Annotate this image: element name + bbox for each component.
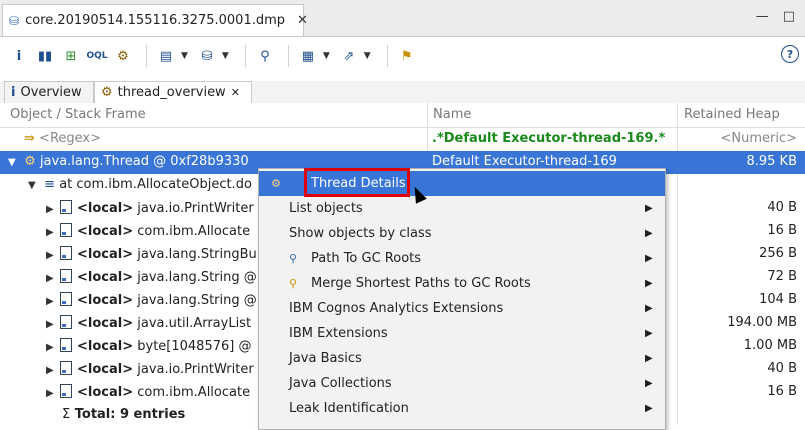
info-icon[interactable]: i — [8, 45, 30, 67]
inner-tab-bar: i Overview ⚙ thread_overview ✕ — [0, 81, 805, 104]
tab-label: Overview — [20, 85, 82, 100]
regex-filter-value[interactable]: .*Default Executor-thread-169.* — [432, 131, 665, 146]
chevron-right-icon: ▶ — [645, 278, 653, 289]
chevron-right-icon: ▶ — [645, 253, 653, 264]
menu-item-ibm-cognos[interactable]: IBM Cognos Analytics Extensions ▶ — [259, 296, 665, 321]
database-icon: ⛁ — [9, 13, 20, 28]
menu-item-list-objects[interactable]: List objects ▶ — [259, 196, 665, 221]
maximize-button[interactable]: □ — [783, 9, 795, 24]
chevron-right-icon[interactable]: ▶ — [46, 319, 58, 330]
info-icon: i — [11, 85, 16, 100]
chevron-right-icon[interactable]: ▶ — [46, 342, 58, 353]
chevron-down-icon[interactable]: ▼ — [8, 157, 20, 168]
merge-paths-icon: ⚲ — [289, 277, 298, 290]
object-icon — [60, 223, 72, 237]
menu-item-leak-identification[interactable]: Leak Identification ▶ — [259, 396, 665, 421]
object-icon — [60, 384, 72, 398]
export-icon[interactable]: ⇗ — [338, 45, 360, 67]
thread-name: Default Executor-thread-169 — [432, 154, 617, 169]
chevron-right-icon[interactable]: ▶ — [46, 388, 58, 399]
filter-row[interactable]: ⇛ <Regex> .*Default Executor-thread-169.… — [0, 128, 805, 151]
menu-item-java-collections[interactable]: Java Collections ▶ — [259, 371, 665, 396]
chevron-right-icon: ▶ — [645, 303, 653, 314]
histogram-icon[interactable]: ▮▮ — [34, 45, 56, 67]
table-icon[interactable]: ▦ — [297, 45, 319, 67]
tab-overview[interactable]: i Overview — [4, 81, 94, 103]
chevron-right-icon[interactable]: ▶ — [46, 273, 58, 284]
total-entries: Total: 9 entries — [74, 407, 186, 422]
chevron-right-icon: ▶ — [645, 228, 653, 239]
object-icon — [60, 246, 72, 260]
help-button[interactable]: ? — [781, 45, 799, 63]
chevron-right-icon[interactable]: ▶ — [46, 365, 58, 376]
chevron-right-icon[interactable]: ▶ — [46, 296, 58, 307]
editor-tab[interactable]: ⛁ core.20190514.155116.3275.0001.dmp ✕ — [2, 4, 308, 36]
column-header-retained-heap[interactable]: Retained Heap — [684, 107, 780, 122]
table-header: Object / Stack Frame Name Retained Heap — [0, 103, 805, 128]
menu-item-java-basics[interactable]: Java Basics ▶ — [259, 346, 665, 371]
chevron-down-icon[interactable]: ▼ — [323, 51, 330, 61]
object-icon — [60, 269, 72, 283]
toolbar-separator — [287, 45, 289, 67]
thread-icon: ⚙ — [24, 154, 36, 169]
query-browser-icon[interactable]: ▤ — [155, 45, 177, 67]
object-icon — [60, 292, 72, 306]
tab-thread-overview[interactable]: ⚙ thread_overview ✕ — [94, 81, 252, 103]
highlight-annotation — [304, 168, 410, 197]
chevron-down-icon[interactable]: ▼ — [28, 180, 40, 191]
threads-icon: ⚙ — [271, 177, 281, 190]
chevron-right-icon: ▶ — [645, 203, 653, 214]
numeric-filter[interactable]: <Numeric> — [720, 131, 797, 146]
minimize-button[interactable]: — — [756, 9, 769, 24]
chevron-right-icon: ▶ — [645, 403, 653, 414]
sum-icon: Σ — [62, 407, 71, 422]
retained-heap: 8.95 KB — [746, 154, 797, 169]
chevron-down-icon[interactable]: ▼ — [364, 51, 371, 61]
chevron-right-icon[interactable]: ▶ — [46, 250, 58, 261]
path-icon: ⚲ — [289, 252, 298, 265]
pin-icon[interactable]: ⚑ — [396, 45, 418, 67]
menu-item-show-objects-by-class[interactable]: Show objects by class ▶ — [259, 221, 665, 246]
chevron-down-icon[interactable]: ▼ — [222, 51, 229, 61]
column-header-name[interactable]: Name — [433, 107, 471, 122]
stack-frame: at com.ibm.AllocateObject.do — [59, 177, 252, 192]
menu-item-path-to-gc-roots[interactable]: ⚲ Path To GC Roots ▶ — [259, 246, 665, 271]
object-icon — [60, 361, 72, 375]
object-icon — [60, 200, 72, 214]
thread-object: java.lang.Thread @ 0xf28b9330 — [39, 154, 249, 169]
chevron-down-icon[interactable]: ▼ — [181, 51, 188, 61]
chevron-right-icon[interactable]: ▶ — [46, 227, 58, 238]
dominator-tree-icon[interactable]: ⊞ — [60, 45, 82, 67]
toolbar-separator — [146, 45, 147, 67]
chevron-right-icon: ▶ — [645, 378, 653, 389]
tab-label: thread_overview — [117, 85, 226, 100]
regex-icon: ⇛ — [24, 131, 35, 146]
menu-item-merge-shortest-paths[interactable]: ⚲ Merge Shortest Paths to GC Roots ▶ — [259, 271, 665, 296]
toolbar-separator — [244, 45, 246, 67]
editor-tab-title: core.20190514.155116.3275.0001.dmp — [25, 13, 286, 28]
menu-item-ibm-extensions[interactable]: IBM Extensions ▶ — [259, 321, 665, 346]
threads-icon[interactable]: ⚙ — [112, 45, 134, 67]
object-icon — [60, 315, 72, 329]
close-icon[interactable]: ✕ — [231, 86, 240, 99]
object-icon — [60, 338, 72, 352]
chevron-right-icon: ▶ — [645, 328, 653, 339]
close-icon[interactable]: ✕ — [297, 13, 308, 28]
threads-icon: ⚙ — [101, 85, 113, 100]
regex-filter-name[interactable]: <Regex> — [39, 131, 101, 146]
toolbar-separator — [386, 45, 388, 67]
stack-frame-icon: ≡ — [44, 177, 56, 192]
search-icon[interactable]: ⚲ — [254, 45, 276, 67]
toolbar: i ▮▮ ⊞ OQL ⚙ ▤ ▼ ⛁ ▼ ⚲ ▦ ▼ ⇗ ▼ ⚑ — [0, 37, 805, 75]
heap-dump-overview-icon[interactable]: ⛁ — [196, 45, 218, 67]
oql-icon[interactable]: OQL — [86, 45, 108, 67]
column-header-object[interactable]: Object / Stack Frame — [10, 107, 146, 122]
chevron-right-icon[interactable]: ▶ — [46, 204, 58, 215]
context-menu: ⚙ Thread Details List objects ▶ Show obj… — [258, 168, 666, 430]
chevron-right-icon: ▶ — [645, 353, 653, 364]
editor-tab-bar: ⛁ core.20190514.155116.3275.0001.dmp ✕ —… — [0, 0, 805, 37]
